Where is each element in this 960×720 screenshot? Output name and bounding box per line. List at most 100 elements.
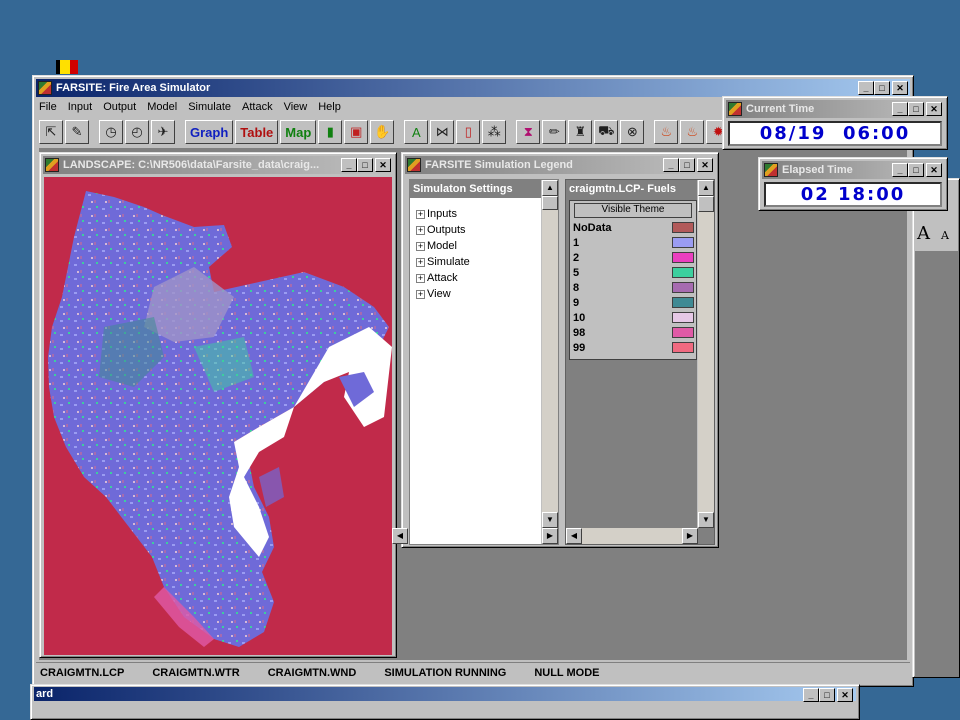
farsite-app-icon xyxy=(38,81,52,95)
bottom-maximize-button[interactable]: □ xyxy=(819,688,835,702)
settings-panel: Simulaton Settings + Inputs + Outputs + Mod… xyxy=(392,179,559,545)
start-clock-icon[interactable]: ◷ xyxy=(99,120,123,144)
elapsed-time-minimize-button[interactable]: _ xyxy=(892,163,908,177)
fuel-row-8: 8 xyxy=(570,280,696,295)
bottom-minimize-button[interactable]: _ xyxy=(803,688,819,702)
scroll-right-icon[interactable]: ▶ xyxy=(542,528,558,544)
menu-input[interactable]: Input xyxy=(68,101,92,113)
fuel-map-graphic xyxy=(48,191,392,647)
open-project-icon[interactable]: ⇱ xyxy=(39,120,63,144)
current-time-display: 08/19 06:00 xyxy=(728,121,942,146)
tree-item-view[interactable]: + View xyxy=(416,286,470,302)
scroll-right-icon[interactable]: ▶ xyxy=(682,528,698,544)
scroll-thumb[interactable] xyxy=(698,196,714,212)
font-smaller-icon[interactable]: A xyxy=(941,229,949,242)
menu-attack[interactable]: Attack xyxy=(242,101,273,113)
expand-icon[interactable]: + xyxy=(416,209,425,219)
fire-spread-icon[interactable]: ♨ xyxy=(680,120,705,144)
mdi-client-area: LANDSCAPE: C:\NR506\data\Farsite_data\cr… xyxy=(39,148,907,660)
fuel-swatch xyxy=(672,327,694,338)
landscape-app-icon xyxy=(45,158,59,172)
minimize-button[interactable]: _ xyxy=(858,81,874,95)
expand-icon[interactable]: + xyxy=(416,225,425,235)
scroll-up-icon[interactable]: ▲ xyxy=(698,180,714,196)
settings-vertical-scrollbar[interactable]: ▲ ▼ ◀ ▶ xyxy=(392,180,558,544)
fuel-can-icon[interactable]: ▮ xyxy=(318,120,343,144)
fuels-vertical-scrollbar[interactable]: ▲ ▼ xyxy=(697,180,714,528)
fuels-panel: craigmtn.LCP- Fuels Visible Theme NoData… xyxy=(565,179,715,545)
landscape-maximize-button[interactable]: □ xyxy=(357,158,373,172)
engine-icon[interactable]: ⛟ xyxy=(594,120,619,144)
expand-icon[interactable]: + xyxy=(416,241,425,251)
maximize-button[interactable]: □ xyxy=(874,81,890,95)
tree-item-model[interactable]: + Model xyxy=(416,238,470,254)
layers-icon[interactable]: ▣ xyxy=(344,120,369,144)
ignition-icon[interactable]: A xyxy=(404,120,429,144)
scroll-down-icon[interactable]: ▼ xyxy=(542,512,558,528)
menu-model[interactable]: Model xyxy=(147,101,177,113)
legend-titlebar[interactable]: FARSITE Simulation Legend _ □ ✕ xyxy=(405,156,715,174)
close-button[interactable]: ✕ xyxy=(892,81,908,95)
nodes-icon[interactable]: ⁂ xyxy=(482,120,507,144)
expand-icon[interactable]: + xyxy=(416,289,425,299)
current-time-maximize-button[interactable]: □ xyxy=(908,102,924,116)
scroll-thumb[interactable] xyxy=(542,196,558,210)
legend-maximize-button[interactable]: □ xyxy=(679,158,695,172)
expand-icon[interactable]: + xyxy=(416,257,425,267)
font-larger-icon[interactable]: A xyxy=(917,223,930,244)
legend-minimize-button[interactable]: _ xyxy=(663,158,679,172)
scroll-up-icon[interactable]: ▲ xyxy=(542,180,558,196)
main-titlebar[interactable]: FARSITE: Fire Area Simulator _ □ ✕ xyxy=(36,79,910,97)
bottom-close-button[interactable]: ✕ xyxy=(837,688,853,702)
elapsed-time-close-button[interactable]: ✕ xyxy=(926,163,942,177)
edit-project-icon[interactable]: ✎ xyxy=(65,120,89,144)
current-time-minimize-button[interactable]: _ xyxy=(892,102,908,116)
settings-header: Simulaton Settings xyxy=(410,180,542,198)
barrier-icon[interactable]: ⋈ xyxy=(430,120,455,144)
landscape-titlebar[interactable]: LANDSCAPE: C:\NR506\data\Farsite_data\cr… xyxy=(43,156,393,174)
tree-item-simulate[interactable]: + Simulate xyxy=(416,254,470,270)
menu-simulate[interactable]: Simulate xyxy=(188,101,231,113)
bottom-window-titlebar[interactable]: ard xyxy=(34,687,856,701)
tree-item-attack[interactable]: + Attack xyxy=(416,270,470,286)
menu-output[interactable]: Output xyxy=(103,101,136,113)
fuel-row-99: 99 xyxy=(570,340,696,355)
current-time-titlebar[interactable]: Current Time _ □ ✕ xyxy=(726,100,944,118)
scroll-left-icon[interactable]: ◀ xyxy=(392,528,408,544)
hand-icon[interactable]: ✋ xyxy=(370,120,395,144)
expand-icon[interactable]: + xyxy=(416,273,425,283)
menu-view[interactable]: View xyxy=(284,101,308,113)
visible-theme-button[interactable]: Visible Theme xyxy=(574,203,692,218)
elapsed-time-maximize-button[interactable]: □ xyxy=(908,163,924,177)
hourglass-icon[interactable]: ⧗ xyxy=(516,120,541,144)
legend-close-button[interactable]: ✕ xyxy=(697,158,713,172)
elapsed-time-titlebar[interactable]: Elapsed Time _ □ ✕ xyxy=(762,161,944,179)
pencil-icon[interactable]: ✏ xyxy=(542,120,567,144)
crew-icon[interactable]: ♜ xyxy=(568,120,593,144)
bottom-window-title: ard xyxy=(36,688,54,700)
scroll-left-icon[interactable]: ◀ xyxy=(566,528,582,544)
tree-item-outputs[interactable]: + Outputs xyxy=(416,222,470,238)
aircraft-icon[interactable]: ✈ xyxy=(151,120,175,144)
fire-icon[interactable]: ♨ xyxy=(654,120,679,144)
time-clock-icon[interactable]: ◴ xyxy=(125,120,149,144)
landscape-close-button[interactable]: ✕ xyxy=(375,158,391,172)
desktop-app-icon[interactable] xyxy=(56,60,78,74)
traffic-light-icon[interactable]: ▯ xyxy=(456,120,481,144)
fuel-row-10: 10 xyxy=(570,310,696,325)
table-button[interactable]: Table xyxy=(235,120,279,144)
menu-help[interactable]: Help xyxy=(318,101,341,113)
landscape-map[interactable] xyxy=(44,177,392,655)
menu-file[interactable]: File xyxy=(39,101,57,113)
landscape-minimize-button[interactable]: _ xyxy=(341,158,357,172)
tree-item-inputs[interactable]: + Inputs xyxy=(416,206,470,222)
elapsed-time-title: Elapsed Time xyxy=(782,164,853,176)
current-time-close-button[interactable]: ✕ xyxy=(926,102,942,116)
map-button[interactable]: Map xyxy=(280,120,317,144)
cancel-attack-icon[interactable]: ⊗ xyxy=(620,120,645,144)
scroll-down-icon[interactable]: ▼ xyxy=(698,512,714,528)
fuel-row-98: 98 xyxy=(570,325,696,340)
fuels-horizontal-scrollbar[interactable]: ◀ ▶ xyxy=(566,528,698,544)
current-time-window: Current Time _ □ ✕ 08/19 06:00 xyxy=(722,96,948,150)
graph-button[interactable]: Graph xyxy=(185,120,234,144)
